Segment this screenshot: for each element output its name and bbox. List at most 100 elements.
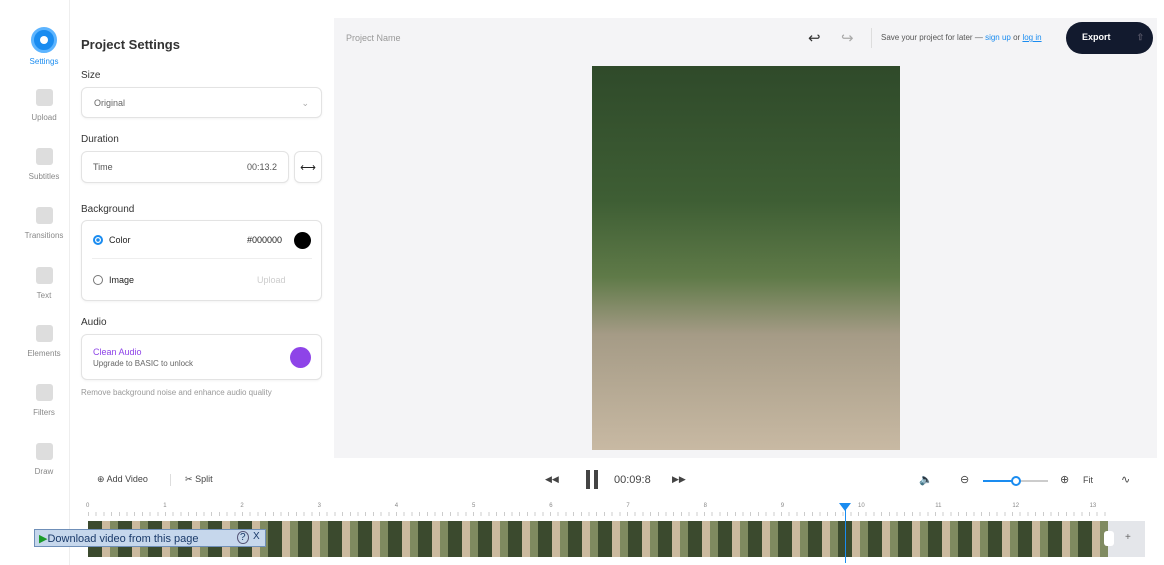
sidebar: Settings Upload Subtitles Transitions Text El…	[18, 0, 70, 565]
sign-up-link[interactable]: sign up	[985, 33, 1011, 42]
help-button[interactable]: ?	[237, 531, 249, 544]
elements-icon	[35, 325, 53, 342]
upgrade-text: Upgrade to BASIC to unlock	[93, 359, 194, 368]
draw-icon	[35, 443, 53, 460]
scissors-icon: ✂	[185, 474, 193, 484]
duration-label: Duration	[81, 134, 119, 145]
add-video-button[interactable]: ⊕ Add Video	[97, 474, 148, 485]
project-settings-panel: Project Settings Size Original ⌄ Duration…	[70, 18, 334, 458]
sidebar-item-upload[interactable]: Upload	[18, 89, 70, 122]
sidebar-item-label: Draw	[34, 467, 54, 476]
redo-icon[interactable]: ↪	[841, 29, 854, 47]
timeline-tick-label: 1	[163, 503, 167, 509]
timeline-tick-label: 4	[394, 503, 399, 509]
timeline-tick-label: 6	[549, 503, 553, 509]
close-button[interactable]: X	[253, 531, 260, 542]
size-value: Original	[94, 98, 126, 108]
stretch-button[interactable]: ⟷	[294, 151, 322, 183]
sidebar-item-text[interactable]: Text	[18, 267, 70, 300]
current-time: 00:09:8	[614, 474, 651, 486]
export-label: Export	[1082, 32, 1111, 42]
sidebar-item-elements[interactable]: Elements	[18, 325, 70, 358]
subtitles-icon	[35, 148, 53, 165]
sidebar-item-label: Settings	[29, 57, 59, 66]
audio-label: Audio	[81, 317, 107, 328]
playhead[interactable]	[838, 503, 851, 563]
split-button[interactable]: ✂ Split	[185, 474, 213, 485]
color-picker-button[interactable]	[294, 232, 311, 249]
timeline-tick-label: 9	[780, 503, 785, 509]
sidebar-item-transitions[interactable]: Transitions	[18, 207, 70, 240]
zoom-out-icon[interactable]: ⊖	[960, 473, 969, 486]
add-video-label: Add Video	[106, 474, 148, 484]
plus-circle-icon: ⊕	[97, 474, 105, 484]
or-text: or	[1013, 33, 1021, 42]
arrows-horizontal-icon: ⟷	[300, 162, 316, 174]
color-value: #000000	[247, 235, 283, 245]
filters-icon	[35, 384, 53, 401]
audio-description: Remove background noise and enhance audi…	[81, 388, 272, 397]
upload-icon: ⇧	[1136, 32, 1145, 42]
sidebar-item-label: Filters	[33, 408, 55, 417]
zoom-slider-handle[interactable]	[1011, 476, 1021, 486]
timeline-tick-label: 3	[317, 503, 321, 509]
color-radio[interactable]	[93, 235, 103, 245]
sidebar-item-settings[interactable]: Settings	[18, 27, 70, 66]
sidebar-item-label: Upload	[31, 113, 57, 122]
volume-icon[interactable]: 🔈	[919, 473, 933, 486]
timeline-tick-label: 8	[703, 503, 707, 509]
zoom-in-icon[interactable]: ⊕	[1060, 473, 1069, 486]
image-option-label: Image	[109, 275, 135, 285]
clean-audio-title: Clean Audio	[93, 347, 142, 357]
background-box: Color #000000 Image Upload	[81, 220, 322, 301]
rewind-icon[interactable]: ◀◀	[545, 474, 559, 485]
export-button[interactable]: Export ⇧	[1066, 22, 1153, 54]
playhead-handle[interactable]	[838, 503, 851, 517]
size-select[interactable]: Original ⌄	[81, 87, 322, 118]
timeline-tick-label: 7	[626, 503, 630, 509]
fit-button[interactable]: Fit	[1083, 475, 1093, 485]
clean-audio-icon	[290, 347, 311, 368]
timeline-ruler[interactable]	[88, 512, 1108, 516]
color-option-label: Color	[109, 235, 131, 245]
transitions-icon	[35, 207, 53, 224]
timeline-tick-label: 12	[1012, 503, 1020, 509]
timeline-tick-label: 11	[935, 503, 942, 509]
trim-handle[interactable]	[1104, 531, 1114, 546]
chevron-down-icon: ⌄	[301, 98, 309, 108]
pause-button[interactable]	[586, 470, 590, 489]
sidebar-item-draw[interactable]: Draw	[18, 443, 70, 476]
sidebar-item-subtitles[interactable]: Subtitles	[18, 148, 70, 181]
forward-icon[interactable]: ▶▶	[672, 474, 686, 485]
time-field[interactable]: Time 00:13.2	[81, 151, 289, 183]
upload-icon	[35, 89, 53, 106]
zoom-slider[interactable]	[983, 476, 1048, 486]
upload-image-button[interactable]: Upload	[257, 275, 286, 285]
timeline-tick-label: 0	[86, 503, 90, 509]
time-value: 00:13.2	[246, 162, 277, 172]
sidebar-item-label: Subtitles	[28, 172, 60, 181]
divider	[92, 258, 312, 259]
add-clip-area[interactable]: +	[1104, 521, 1145, 557]
divider	[170, 474, 171, 486]
log-in-link[interactable]: log in	[1022, 33, 1041, 42]
undo-icon[interactable]: ↩	[808, 29, 821, 47]
text-icon	[35, 267, 53, 284]
download-video-label: Download video from this page	[47, 533, 199, 545]
timeline-tick-label: 5	[472, 503, 476, 509]
panel-title: Project Settings	[81, 37, 180, 52]
image-radio[interactable]	[93, 275, 103, 285]
save-text: Save your project for later —	[881, 33, 983, 42]
video-preview[interactable]	[592, 66, 900, 450]
divider	[871, 28, 872, 48]
sidebar-item-label: Transitions	[24, 231, 64, 240]
size-label: Size	[81, 70, 101, 81]
time-label: Time	[93, 162, 113, 172]
sidebar-item-filters[interactable]: Filters	[18, 384, 70, 417]
waveform-icon[interactable]: ∿	[1121, 473, 1130, 486]
download-video-bar[interactable]: ▶Download video from this page? X	[34, 529, 266, 547]
background-label: Background	[81, 204, 135, 215]
timeline-tick-label: 2	[240, 503, 244, 509]
project-name[interactable]: Project Name	[346, 33, 401, 43]
clean-audio-card[interactable]: Clean Audio Upgrade to BASIC to unlock	[81, 334, 322, 380]
